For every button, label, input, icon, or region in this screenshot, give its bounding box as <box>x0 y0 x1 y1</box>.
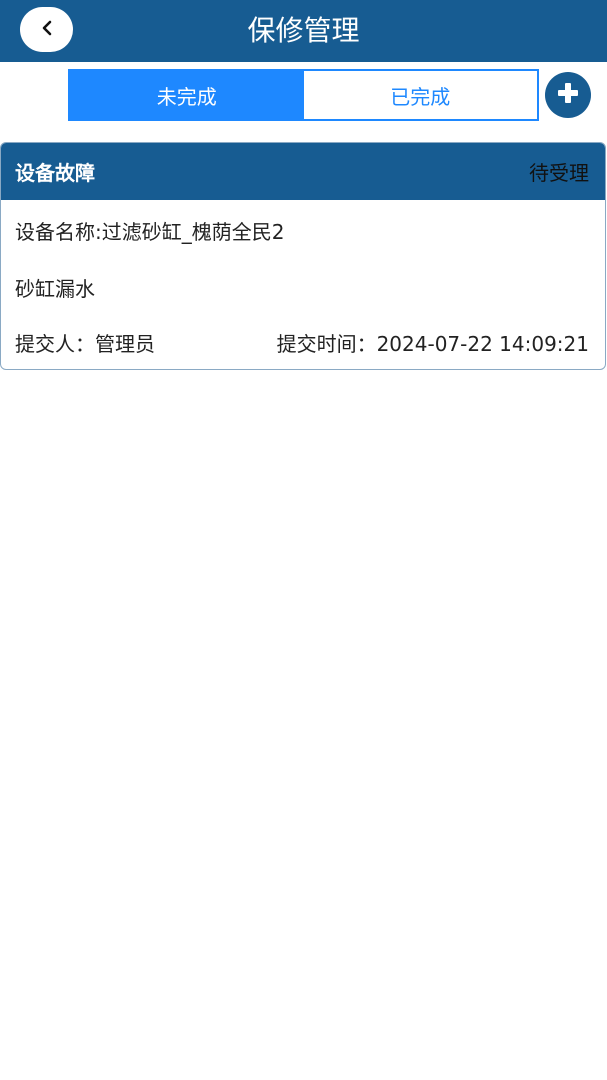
status-badge: 待受理 <box>529 161 589 185</box>
record-meta: 提交人：管理员 提交时间：2024-07-22 14:09:21 <box>15 328 589 357</box>
card-header: 设备故障 待受理 <box>1 143 605 200</box>
add-repair-button[interactable] <box>545 72 591 118</box>
app-header: 保修管理 <box>0 0 607 62</box>
submitter: 提交人：管理员 <box>15 332 155 356</box>
repair-record-card[interactable]: 设备故障 待受理 设备名称:过滤砂缸_槐荫全民2 砂缸漏水 提交人：管理员 提交… <box>0 142 606 370</box>
submit-time: 提交时间：2024-07-22 14:09:21 <box>276 332 589 356</box>
device-name: 设备名称:过滤砂缸_槐荫全民2 <box>15 220 285 244</box>
page-title: 保修管理 <box>247 14 360 47</box>
record-type: 设备故障 <box>15 161 95 185</box>
tab-completed[interactable]: 已完成 <box>303 71 537 119</box>
plus-icon <box>556 81 580 109</box>
status-tabs: 未完成 已完成 <box>68 69 539 121</box>
tab-incomplete[interactable]: 未完成 <box>70 71 304 119</box>
fault-description: 砂缸漏水 <box>15 277 95 301</box>
